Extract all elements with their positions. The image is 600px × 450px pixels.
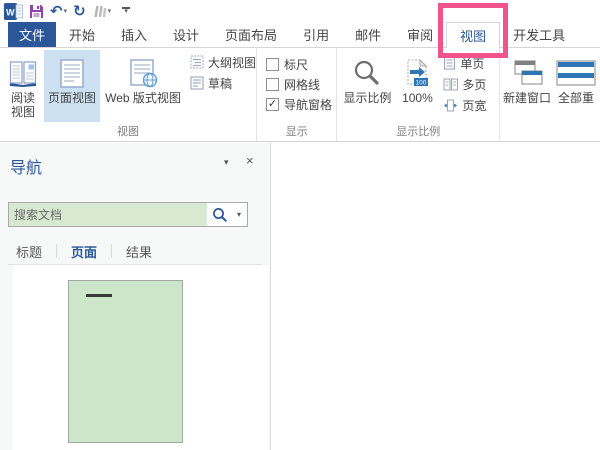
nav-tab-headings[interactable]: 标题 xyxy=(12,242,46,261)
one-page-button[interactable]: 单页 xyxy=(443,55,486,71)
tab-design[interactable]: 设计 xyxy=(160,22,212,47)
zoom-label: 显示比例 xyxy=(343,91,391,105)
search-icon[interactable] xyxy=(207,207,231,222)
web-layout-label: Web 版式视图 xyxy=(105,91,181,105)
save-icon[interactable] xyxy=(29,1,44,21)
zoom-100-icon: 100 xyxy=(403,55,431,91)
one-page-label: 单页 xyxy=(460,55,484,72)
search-dropdown-icon[interactable]: ▾ xyxy=(231,210,247,219)
navigation-pane-close-icon[interactable]: × xyxy=(246,153,254,168)
ribbon-group-views: 阅读视图 页面视图 xyxy=(0,48,256,141)
draft-view-icon xyxy=(190,76,204,90)
zoom-100-button[interactable]: 100 100% xyxy=(395,50,439,122)
navigation-pane-checkbox-row[interactable]: 导航窗格 xyxy=(266,97,336,111)
gridlines-checkbox-row[interactable]: 网格线 xyxy=(266,77,336,91)
page-width-button[interactable]: 页宽 xyxy=(443,97,486,113)
tab-review[interactable]: 审阅 xyxy=(394,22,446,47)
zoom-group-label: 显示比例 xyxy=(337,123,499,139)
zoom-magnifier-icon xyxy=(353,55,381,91)
page-thumbnail[interactable] xyxy=(68,280,183,443)
web-layout-icon xyxy=(128,55,158,91)
multiple-pages-button[interactable]: 多页 xyxy=(443,76,486,92)
read-mode-icon xyxy=(8,55,38,91)
redo-button[interactable]: ↻ xyxy=(73,1,86,21)
arrange-all-button[interactable]: 全部重 xyxy=(552,50,600,122)
tab-references[interactable]: 引用 xyxy=(290,22,342,47)
zoom-100-label: 100% xyxy=(402,91,433,105)
undo-button[interactable]: ↶ ▾ xyxy=(50,1,67,21)
draft-view-button[interactable]: 草稿 xyxy=(190,75,256,91)
nav-tab-separator xyxy=(111,244,112,258)
document-area[interactable] xyxy=(271,143,600,450)
format-pen-dropdown-icon[interactable]: ▾ xyxy=(108,7,112,15)
multiple-pages-icon xyxy=(443,78,458,91)
navigation-pane-dropdown-icon[interactable]: ▾ xyxy=(224,157,229,168)
print-layout-icon xyxy=(60,55,84,91)
views-group-label: 视图 xyxy=(0,123,256,139)
gridlines-checkbox[interactable] xyxy=(266,78,279,91)
svg-text:100: 100 xyxy=(416,80,427,87)
tab-developer[interactable]: 开发工具 xyxy=(500,22,578,47)
new-window-icon xyxy=(512,55,543,91)
ribbon-group-show: 标尺 网格线 导航窗格 显示 xyxy=(256,48,336,141)
navigation-pane-title: 导航 xyxy=(10,154,42,178)
ruler-checkbox[interactable] xyxy=(266,58,279,71)
word-logo-icon: W xyxy=(4,1,23,21)
page-width-icon xyxy=(443,99,458,112)
tab-file[interactable]: 文件 xyxy=(8,22,56,47)
word-window: W ↶ ▾ ↻ ▾ xyxy=(0,0,600,450)
navigation-pane-checkbox-checked[interactable] xyxy=(266,98,279,111)
tab-mailings[interactable]: 邮件 xyxy=(342,22,394,47)
ribbon-tab-bar: 文件 开始 插入 设计 页面布局 引用 邮件 审阅 视图 开发工具 xyxy=(0,22,600,48)
customize-quick-access-toolbar-icon[interactable]: ▾ xyxy=(121,7,131,15)
page-width-label: 页宽 xyxy=(462,97,486,114)
ribbon-group-zoom: 显示比例 100 100% xyxy=(336,48,499,141)
nav-tab-separator xyxy=(56,244,57,258)
navigation-tabs: 标题 页面 结果 xyxy=(12,241,156,261)
nav-tab-results[interactable]: 结果 xyxy=(122,242,156,261)
navigation-pane-label: 导航窗格 xyxy=(284,96,332,113)
outline-view-icon xyxy=(190,55,204,69)
search-box[interactable]: ▾ xyxy=(8,202,248,227)
tab-insert[interactable]: 插入 xyxy=(108,22,160,47)
arrange-all-icon xyxy=(556,55,596,91)
new-window-label: 新建窗口 xyxy=(503,91,551,105)
read-mode-button[interactable]: 阅读视图 xyxy=(2,50,44,122)
print-layout-button[interactable]: 页面视图 xyxy=(44,50,100,122)
web-layout-button[interactable]: Web 版式视图 xyxy=(100,50,186,122)
new-window-button[interactable]: 新建窗口 xyxy=(502,50,552,122)
search-input[interactable] xyxy=(9,203,207,226)
page-thumbnails-area xyxy=(13,265,269,450)
read-mode-label: 阅读视图 xyxy=(7,91,39,119)
title-bar: W ↶ ▾ ↻ ▾ xyxy=(0,0,600,22)
tab-view-label: 视图 xyxy=(460,26,486,45)
multiple-pages-label: 多页 xyxy=(462,76,486,93)
ruler-checkbox-row[interactable]: 标尺 xyxy=(266,57,336,71)
tab-home[interactable]: 开始 xyxy=(56,22,108,47)
ribbon: 阅读视图 页面视图 xyxy=(0,48,600,142)
undo-dropdown-icon[interactable]: ▾ xyxy=(64,7,68,15)
svg-text:W: W xyxy=(6,7,15,17)
outline-view-button[interactable]: 大纲视图 xyxy=(190,54,256,70)
ribbon-group-window: 新建窗口 全部重 xyxy=(499,48,600,141)
print-layout-label: 页面视图 xyxy=(48,91,96,105)
ruler-label: 标尺 xyxy=(284,56,308,73)
thumbnail-text-line xyxy=(86,294,112,297)
outline-view-label: 大纲视图 xyxy=(208,54,256,71)
navigation-pane: 导航 ▾ × ▾ 标题 页面 结果 xyxy=(0,143,271,450)
tab-view-active[interactable]: 视图 xyxy=(446,22,500,48)
gridlines-label: 网格线 xyxy=(284,76,320,93)
draft-view-label: 草稿 xyxy=(208,75,232,92)
zoom-button[interactable]: 显示比例 xyxy=(339,50,395,122)
show-group-label: 显示 xyxy=(257,123,336,139)
tab-page-layout[interactable]: 页面布局 xyxy=(212,22,290,47)
format-pen-icon[interactable]: ▾ xyxy=(92,1,112,21)
one-page-icon xyxy=(443,56,456,70)
nav-tab-pages-active[interactable]: 页面 xyxy=(67,242,101,261)
arrange-all-label: 全部重 xyxy=(558,91,594,105)
